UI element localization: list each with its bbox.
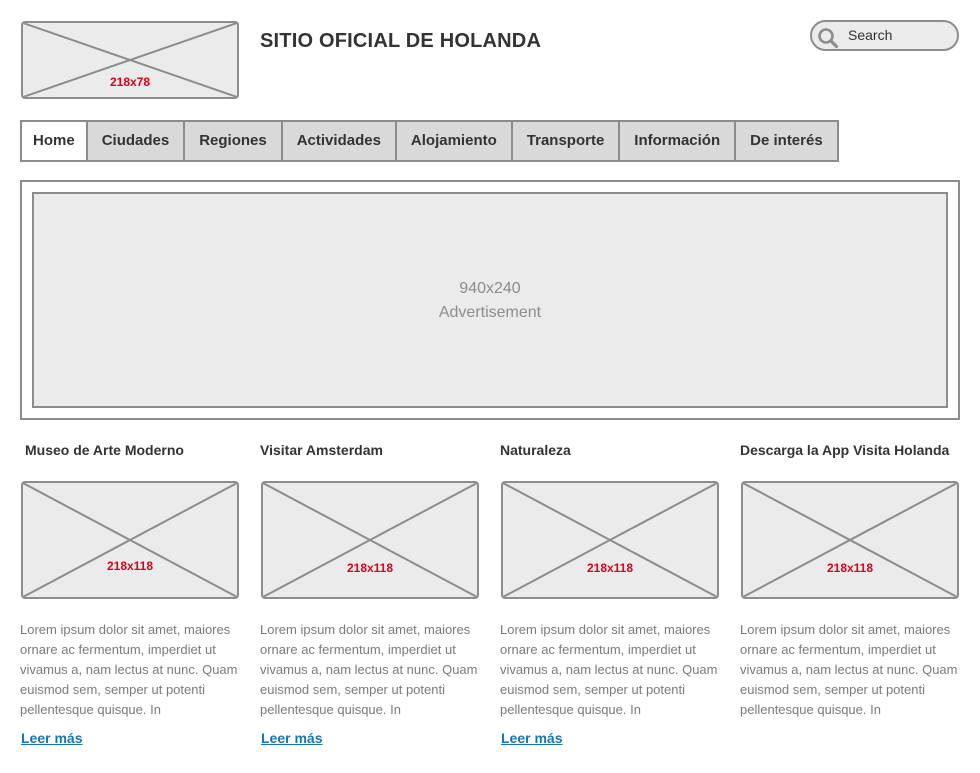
read-more-link[interactable]: Leer más — [261, 730, 322, 746]
logo-dimensions: 218x78 — [109, 75, 151, 89]
main-nav: Home Ciudades Regiones Actividades Aloja… — [20, 120, 839, 162]
card-image-dimensions: 218x118 — [586, 561, 634, 575]
card-image[interactable]: 218x118 — [21, 481, 239, 599]
advertisement-size: 940x240 — [459, 280, 521, 297]
search-icon[interactable] — [817, 27, 839, 49]
search-input[interactable]: Search — [848, 27, 892, 43]
advertisement-label: Advertisement — [438, 304, 542, 321]
tab-regiones[interactable]: Regiones — [183, 122, 281, 160]
card-image-dimensions: 218x118 — [106, 559, 154, 573]
read-more-link[interactable]: Leer más — [21, 730, 82, 746]
site-logo[interactable]: 218x78 — [21, 21, 239, 99]
card-image-dimensions: 218x118 — [346, 561, 394, 575]
tab-transporte[interactable]: Transporte — [510, 122, 619, 160]
card-body: Lorem ipsum dolor sit amet, maiores orna… — [260, 622, 478, 717]
advertisement-banner[interactable]: 940x240 Advertisement — [20, 180, 960, 420]
card-image[interactable]: 218x118 — [741, 481, 959, 599]
card-body: Lorem ipsum dolor sit amet, maiores orna… — [20, 622, 238, 717]
card-title: Descarga la App Visita Holanda — [740, 442, 950, 458]
read-more-link[interactable]: Leer más — [501, 730, 562, 746]
placeholder-cross-icon — [23, 483, 237, 597]
advertisement-placeholder: 940x240 Advertisement — [32, 192, 948, 408]
placeholder-cross-icon — [263, 483, 477, 597]
tab-de-interes[interactable]: De interés — [734, 122, 837, 160]
card-title: Museo de Arte Moderno — [25, 442, 184, 458]
card-image[interactable]: 218x118 — [261, 481, 479, 599]
search-box[interactable]: Search — [810, 20, 959, 51]
placeholder-cross-icon — [743, 483, 957, 597]
card-title: Visitar Amsterdam — [260, 442, 383, 458]
card-body: Lorem ipsum dolor sit amet, maiores orna… — [740, 622, 958, 717]
card-title: Naturaleza — [500, 442, 571, 458]
card-image[interactable]: 218x118 — [501, 481, 719, 599]
tab-actividades[interactable]: Actividades — [280, 122, 395, 160]
tab-home[interactable]: Home — [22, 122, 86, 160]
card-image-dimensions: 218x118 — [826, 561, 874, 575]
tab-informacion[interactable]: Información — [618, 122, 735, 160]
page-title: SITIO OFICIAL DE HOLANDA — [260, 30, 542, 52]
placeholder-cross-icon — [503, 483, 717, 597]
card-body: Lorem ipsum dolor sit amet, maiores orna… — [500, 622, 718, 717]
tab-alojamiento[interactable]: Alojamiento — [394, 122, 511, 160]
tab-ciudades[interactable]: Ciudades — [85, 122, 184, 160]
